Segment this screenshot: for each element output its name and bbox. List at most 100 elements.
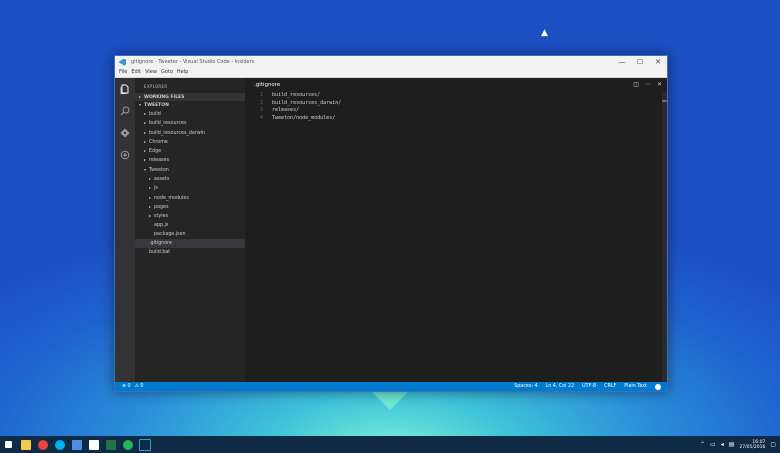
tree-folder-item[interactable]: ▸ build_resources — [135, 118, 245, 127]
code-line: 3 releases/ — [245, 107, 661, 115]
code-line: 1 build_resources/ — [245, 92, 661, 100]
close-button[interactable]: ✕ — [649, 56, 667, 68]
editor-scrollbar[interactable] — [662, 92, 667, 382]
minimize-button[interactable]: — — [613, 56, 631, 68]
line-number: 3 — [259, 107, 263, 114]
tree-item-label: Chrome — [149, 139, 168, 145]
volume-icon[interactable]: ◂ — [721, 441, 724, 448]
desktop-glow — [372, 392, 408, 410]
tree-folder-item[interactable]: ▸ build — [135, 109, 245, 118]
close-icon[interactable]: ✕ — [657, 81, 662, 88]
tree-file-item[interactable]: .gitignore — [135, 239, 245, 249]
cursor-position-status[interactable]: Ln 4, Col 22 — [546, 384, 575, 389]
tree-item-label: styles — [154, 214, 169, 220]
menu-file[interactable]: File — [119, 68, 127, 77]
menu-view[interactable]: View — [145, 68, 157, 77]
tree-file-item[interactable]: build.bat — [135, 248, 245, 257]
tree-folder-item[interactable]: ▸ pages — [135, 202, 245, 211]
keyboard-icon[interactable]: ▤ — [729, 441, 735, 448]
tree-folder-item[interactable]: ▸ releases — [135, 155, 245, 164]
mouse-cursor-icon: ▲ — [541, 28, 548, 38]
tree-item-label: assets — [154, 177, 170, 183]
tree-folder-item[interactable]: ▸ styles — [135, 211, 245, 220]
title-bar[interactable]: gitignore - Tweeter - Visual Studio Code… — [115, 56, 667, 68]
warnings-indicator[interactable]: ⚠ 0 — [135, 384, 144, 389]
scrollbar-marker — [662, 100, 667, 102]
clock[interactable]: 16:07 27/05/2016 — [739, 440, 765, 450]
tree-file-item[interactable]: package.json — [135, 230, 245, 239]
notifications-icon[interactable]: ▢ — [770, 441, 776, 448]
more-icon[interactable]: ⋯ — [645, 81, 651, 88]
tree-item-label: app.js — [154, 222, 169, 228]
line-number: 2 — [259, 99, 263, 106]
working-files-label: WORKING FILES — [144, 95, 185, 100]
start-icon[interactable] — [0, 436, 17, 453]
status-bar: ⊗ 0 ⚠ 0 Spaces: 4 Ln 4, Col 22 UTF-8 CRL… — [115, 382, 667, 391]
encoding-status[interactable]: UTF-8 — [582, 384, 596, 389]
code-line: 2 build_resources_darwin/ — [245, 100, 661, 108]
line-text: build_resources_darwin/ — [272, 99, 342, 106]
system-tray: ⌃ ▭ ◂ ▤ 16:07 27/05/2016 ▢ — [700, 440, 780, 450]
editor-area: .gitignore ◫ ⋯ ✕ 1 build_resources/2 build… — [245, 78, 667, 382]
tree-folder-item[interactable]: ▸ Chrome — [135, 137, 245, 146]
eol-status[interactable]: CRLF — [604, 384, 616, 389]
store-icon[interactable] — [68, 436, 85, 453]
indentation-status[interactable]: Spaces: 4 — [514, 384, 537, 389]
split-editor-icon[interactable]: ◫ — [633, 81, 639, 88]
code-line: 4 Tweeton/node_modules/ — [245, 115, 661, 123]
tree-file-item[interactable]: app.js — [135, 221, 245, 230]
files-icon[interactable] — [120, 84, 130, 94]
explorer-title: EXPLORER — [144, 84, 168, 89]
settings-icon-glyph — [88, 439, 99, 450]
line-text: Tweeton/node_modules/ — [272, 114, 336, 121]
line-text: build_resources/ — [272, 92, 321, 98]
git-icon[interactable] — [120, 128, 130, 138]
project-header[interactable]: ▾ TWEETON — [135, 101, 245, 109]
maximize-button[interactable]: ☐ — [631, 56, 649, 68]
tree-folder-item[interactable]: ▸ node_modules — [135, 193, 245, 202]
tree-folder-item[interactable]: ▾ Tweeton — [135, 165, 245, 174]
tree-item-label: Tweeton — [149, 167, 169, 173]
network-icon[interactable]: ▭ — [710, 441, 716, 448]
tree-item-label: build — [149, 112, 161, 117]
menu-goto[interactable]: Goto — [161, 68, 173, 77]
line-number: 1 — [259, 92, 263, 98]
chrome-icon[interactable] — [34, 436, 51, 453]
up-arrow-icon[interactable]: ⌃ — [700, 441, 705, 448]
working-files-header[interactable]: ▸ WORKING FILES — [135, 93, 245, 101]
file-tree: ▸ build ▸ build_resources ▸ build_resources_d… — [135, 109, 245, 258]
skype-icon[interactable] — [51, 436, 68, 453]
tree-folder-item[interactable]: ▸ Edge — [135, 146, 245, 155]
language-status[interactable]: Plain Text — [624, 384, 647, 389]
excel-icon[interactable] — [102, 436, 119, 453]
tree-item-label: js — [154, 186, 158, 192]
file-explorer-icon[interactable] — [17, 436, 34, 453]
search-icon[interactable] — [120, 106, 130, 116]
debug-icon[interactable] — [120, 150, 130, 160]
start-icon-glyph — [5, 441, 12, 448]
menu-edit[interactable]: Edit — [131, 68, 141, 77]
chrome-icon-glyph — [37, 439, 48, 450]
spotify-icon[interactable] — [119, 436, 136, 453]
vscode-icon[interactable] — [136, 436, 153, 453]
store-icon-glyph — [71, 439, 82, 450]
settings-icon[interactable] — [85, 436, 102, 453]
project-label: TWEETON — [144, 103, 169, 108]
menu-help[interactable]: Help — [177, 68, 188, 77]
errors-indicator[interactable]: ⊗ 0 — [122, 384, 131, 389]
tree-item-label: .gitignore — [149, 241, 172, 247]
tree-item-label: build.bat — [149, 250, 171, 256]
menu-bar: File Edit View Goto Help — [115, 68, 667, 78]
tree-item-label: releases — [149, 158, 169, 164]
skype-icon-glyph — [54, 439, 65, 450]
line-text: releases/ — [272, 107, 300, 114]
vscode-window: gitignore - Tweeter - Visual Studio Code… — [114, 55, 668, 392]
editor-tab[interactable]: .gitignore — [254, 82, 280, 88]
tree-folder-item[interactable]: ▸ build_resources_darwin — [135, 128, 245, 137]
feedback-smiley-icon[interactable] — [655, 383, 661, 390]
code-view[interactable]: 1 build_resources/2 build_resources_darwin… — [245, 92, 661, 122]
tree-folder-item[interactable]: ▸ js — [135, 183, 245, 192]
clock-date: 27/05/2016 — [739, 444, 766, 450]
tree-folder-item[interactable]: ▸ assets — [135, 174, 245, 183]
activity-bar — [115, 78, 135, 382]
